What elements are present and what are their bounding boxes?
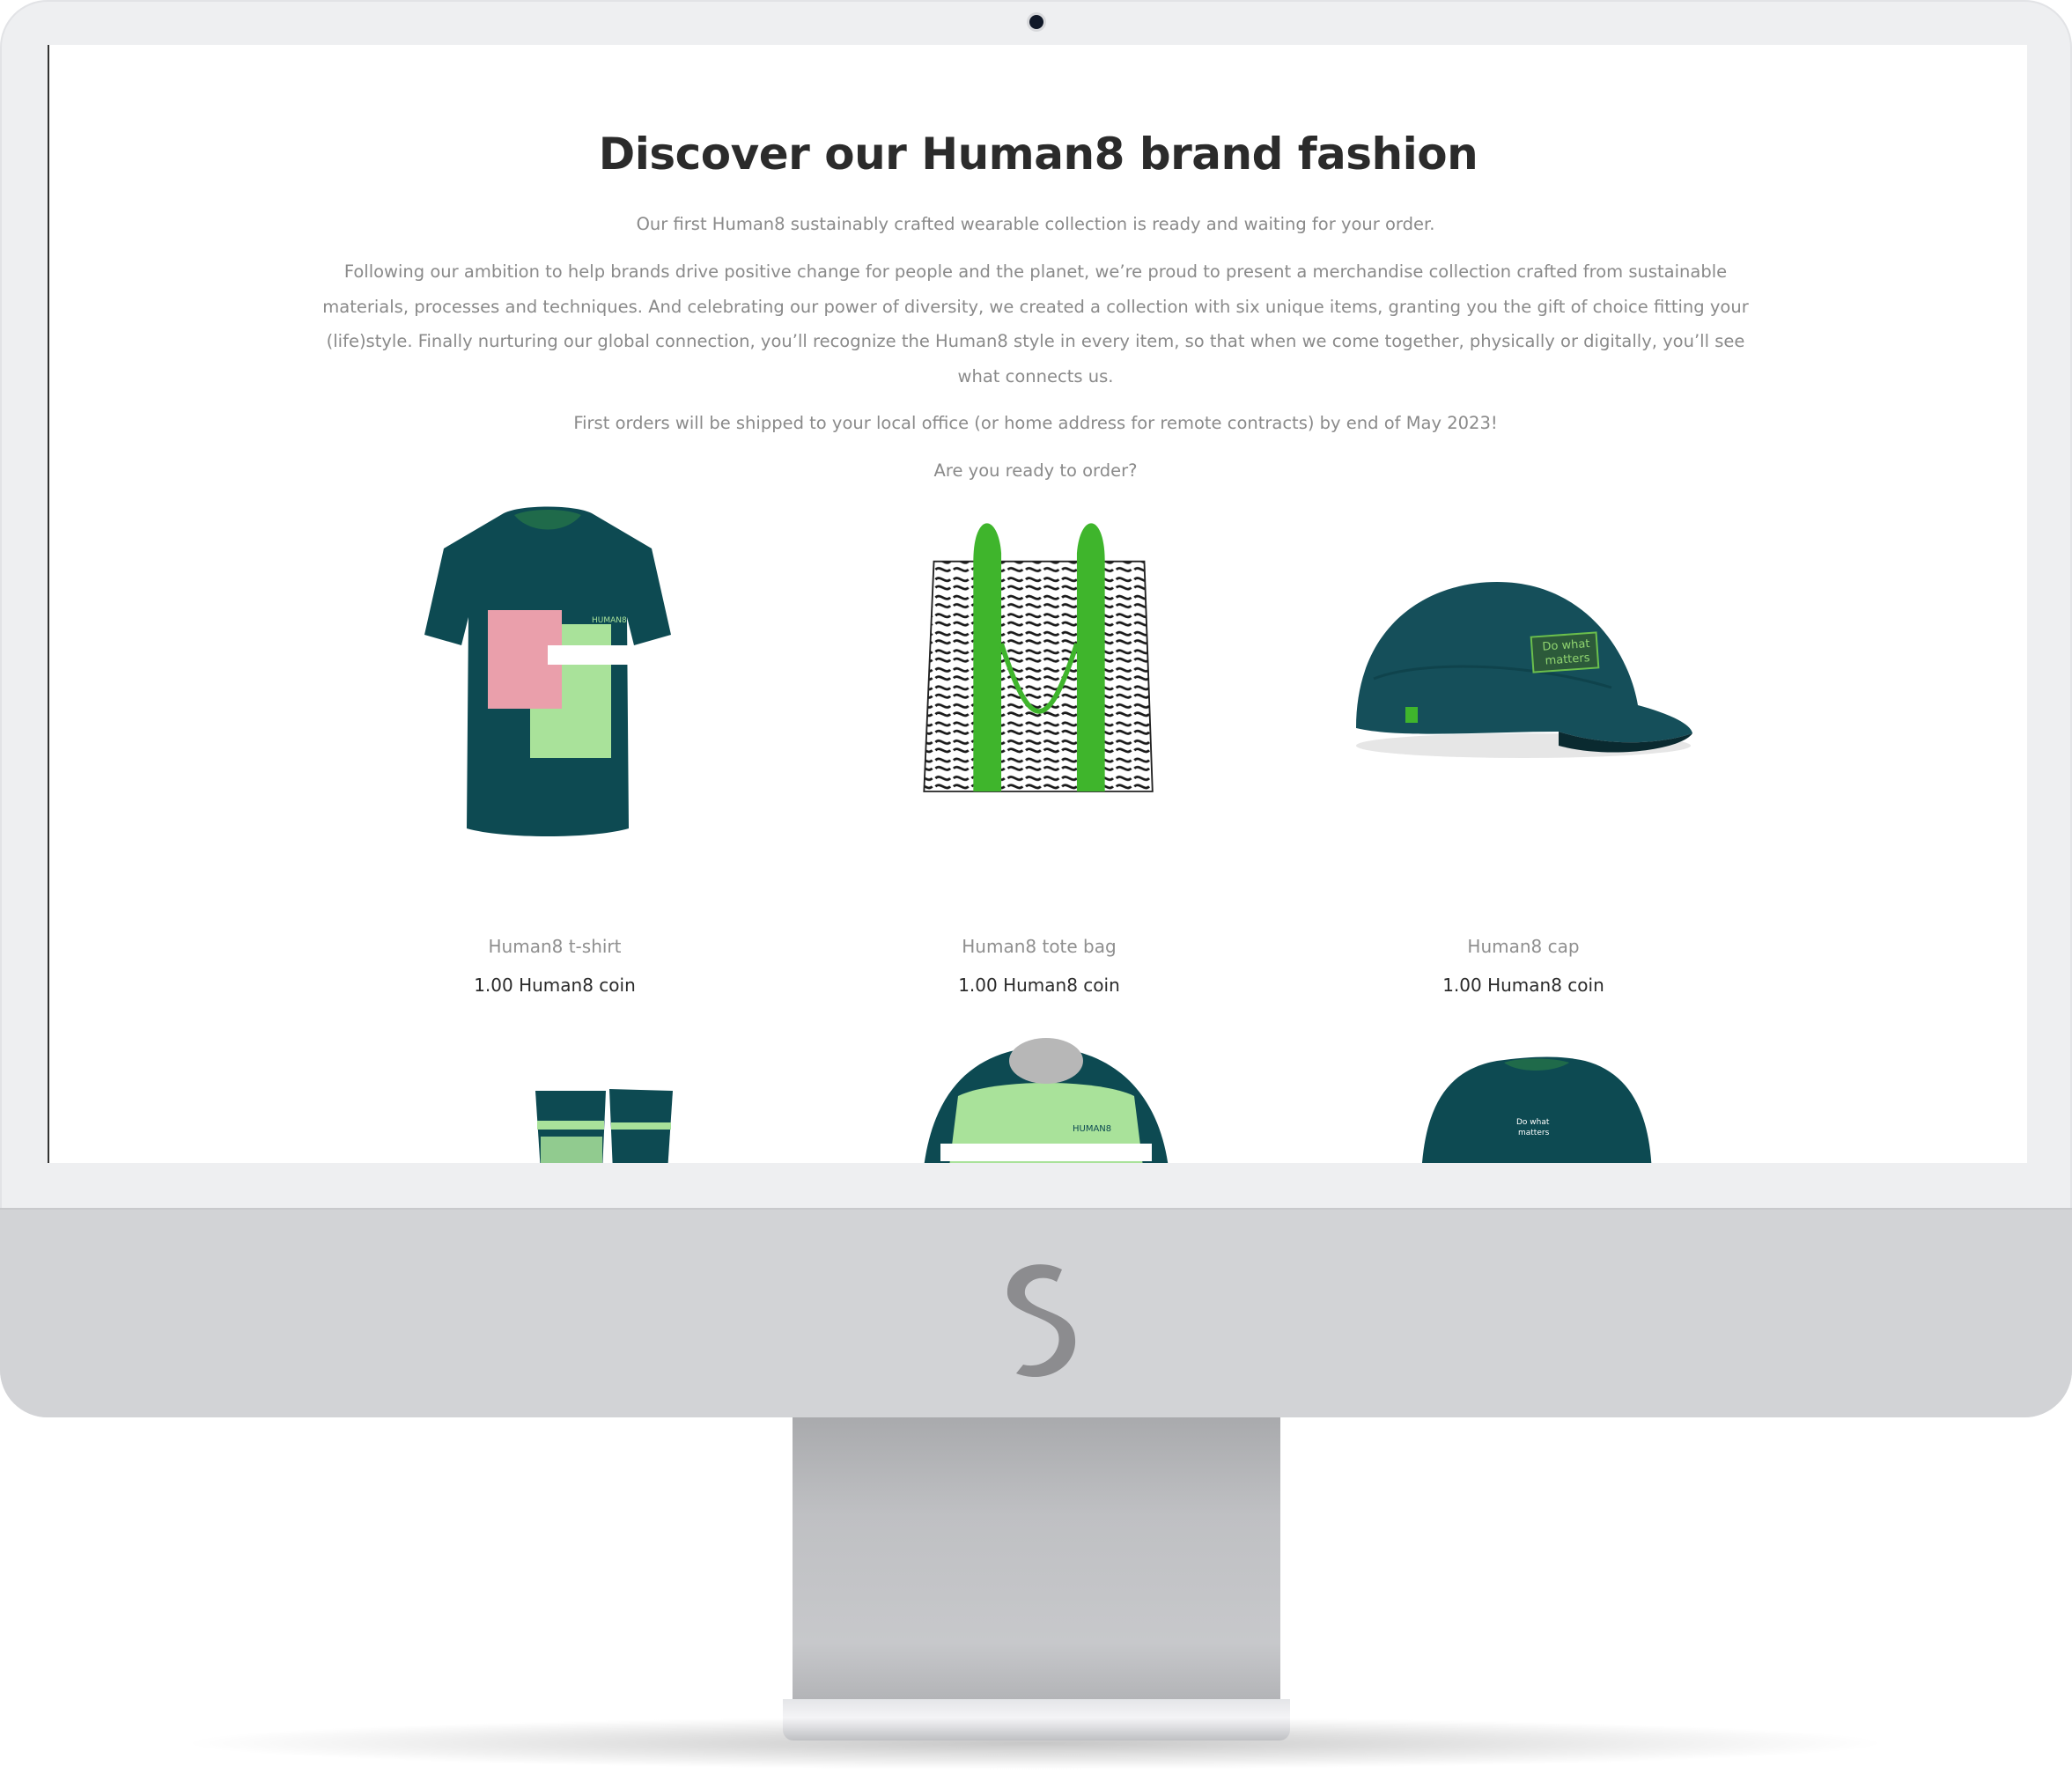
intro-text: Our first Human8 sustainably crafted wea… bbox=[636, 214, 1435, 234]
tshirt-image[interactable]: HUMAN8 bbox=[416, 494, 680, 846]
product-price: 1.00 Human8 coin bbox=[958, 975, 1120, 996]
product-name[interactable]: Human8 t-shirt bbox=[308, 936, 801, 957]
cta-text: Are you ready to order? bbox=[933, 460, 1138, 481]
body-text: Following our ambition to help brands dr… bbox=[322, 261, 1749, 386]
tshirt-print-line-2: matters bbox=[1518, 1129, 1550, 1137]
product-card-cap[interactable]: Do what matters Human8 cap 1.00 Human8 c… bbox=[1277, 494, 1770, 1005]
page-title: Discover our Human8 brand fashion bbox=[598, 129, 1478, 180]
product-name[interactable]: Human8 cap bbox=[1277, 936, 1770, 957]
tshirt-print-line-1: Do what bbox=[1516, 1118, 1550, 1127]
product-card-tshirt[interactable]: HUMAN8 Human8 t-shirt 1.00 Human8 coin bbox=[308, 494, 801, 1005]
screen: Discover our Human8 brand fashion Our fi… bbox=[48, 45, 2027, 1163]
socks-image[interactable] bbox=[521, 1084, 680, 1163]
brand-logo-icon bbox=[1007, 1264, 1076, 1378]
tshirt-print-text: HUMAN8 bbox=[592, 616, 627, 625]
product-name[interactable]: Human8 tote bag bbox=[793, 936, 1286, 957]
tshirt-dark-image[interactable]: Do what matters bbox=[1412, 1052, 1659, 1163]
product-price: 1.00 Human8 coin bbox=[1442, 975, 1604, 996]
sweater-image[interactable]: HUMAN8 bbox=[905, 1034, 1187, 1163]
shipping-text: First orders will be shipped to your loc… bbox=[573, 413, 1498, 433]
product-price: 1.00 Human8 coin bbox=[474, 975, 636, 996]
cap-image[interactable]: Do what matters bbox=[1347, 573, 1700, 784]
tote-bag-image[interactable] bbox=[916, 520, 1162, 816]
monitor-stand-foot bbox=[783, 1699, 1290, 1741]
sweater-print-text: HUMAN8 bbox=[1073, 1124, 1111, 1134]
product-card-tote-bag[interactable]: Human8 tote bag 1.00 Human8 coin bbox=[793, 494, 1286, 1005]
monitor-stand bbox=[793, 1417, 1280, 1699]
camera-dot bbox=[1029, 15, 1043, 29]
